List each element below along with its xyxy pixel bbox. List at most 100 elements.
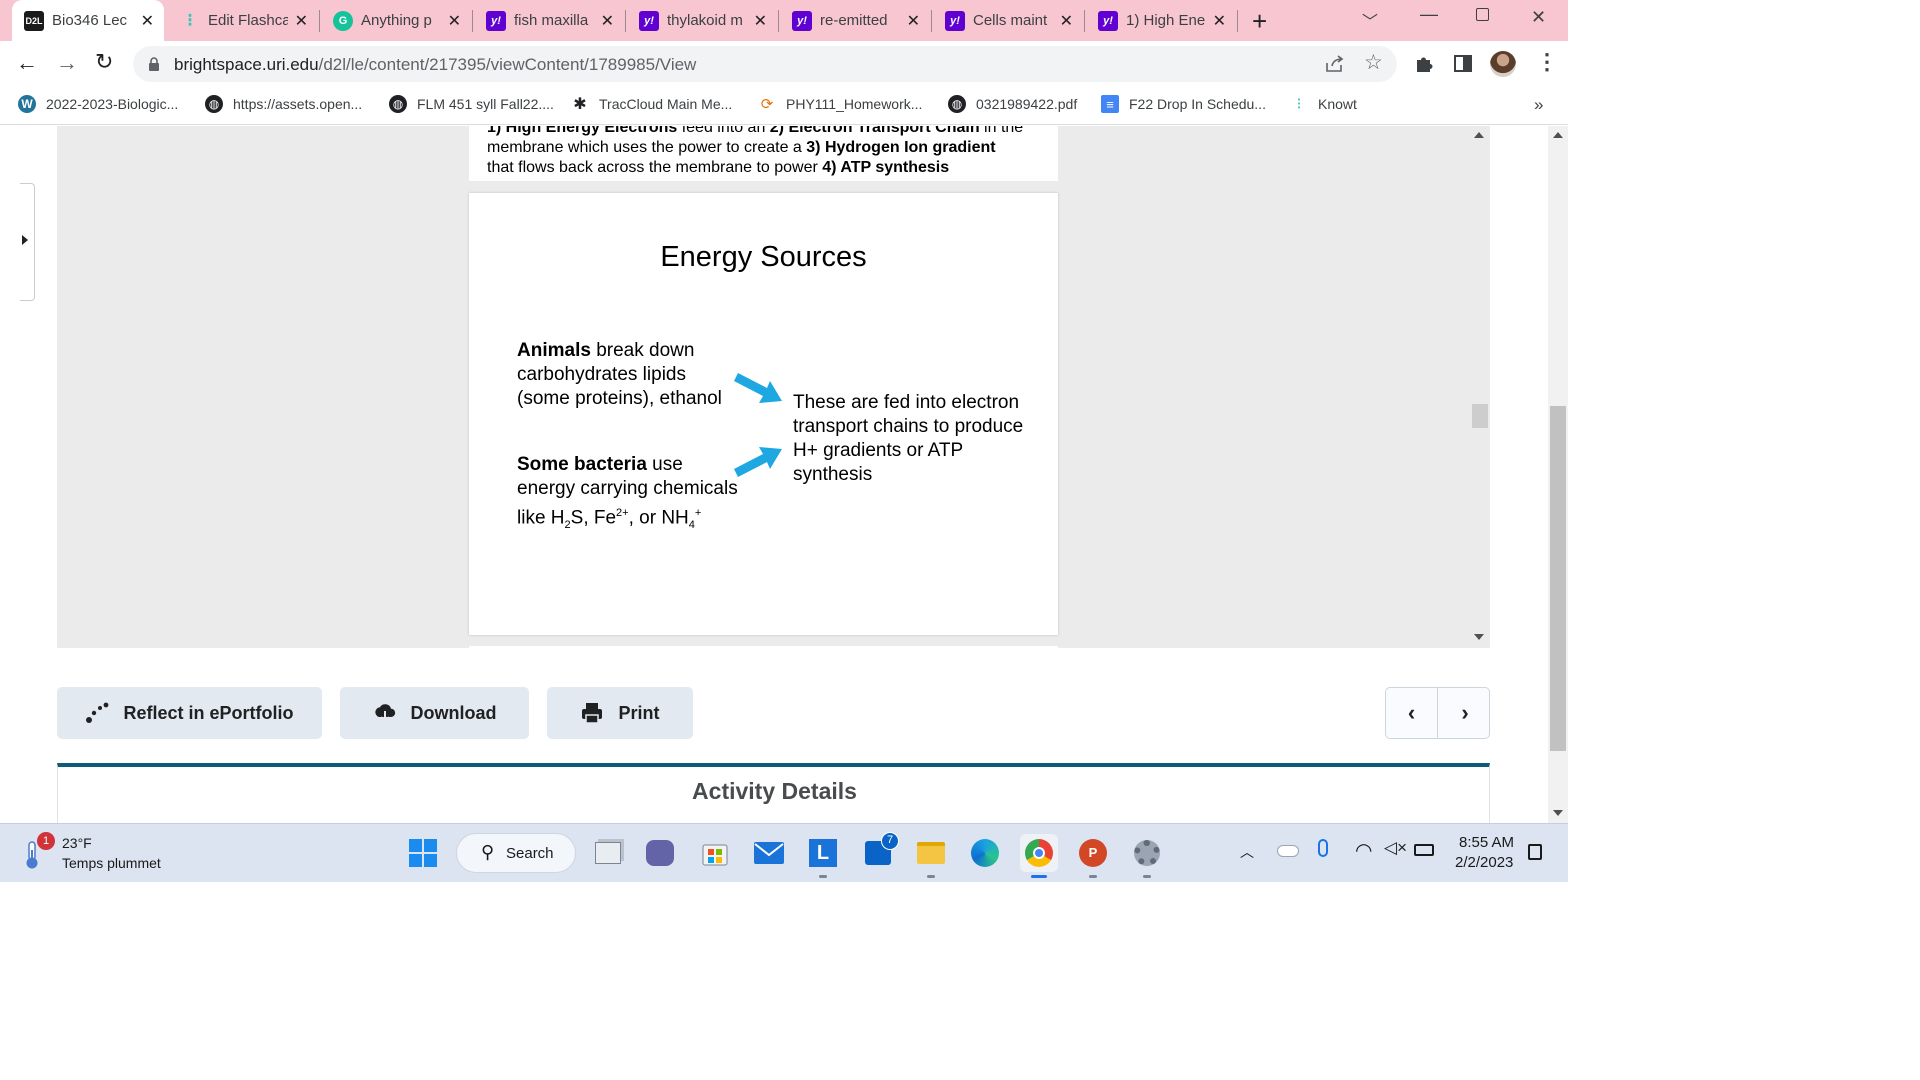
bookmark-item[interactable]: ⁝ Knowt bbox=[1290, 95, 1356, 113]
start-button[interactable] bbox=[404, 834, 442, 872]
close-icon[interactable]: ✕ bbox=[1060, 11, 1073, 31]
notification-icon[interactable] bbox=[1528, 844, 1542, 860]
url-text: brightspace.uri.edu/d2l/le/content/21739… bbox=[174, 55, 696, 75]
tab-title: fish maxilla bbox=[514, 12, 589, 29]
close-icon[interactable]: ✕ bbox=[295, 11, 308, 31]
mail-icon[interactable] bbox=[750, 834, 788, 872]
scroll-up-icon[interactable] bbox=[1553, 132, 1563, 138]
battery-icon[interactable] bbox=[1414, 844, 1434, 856]
scroll-down-icon[interactable] bbox=[1474, 634, 1484, 640]
weather-widget[interactable]: 1 23°F Temps plummet bbox=[20, 832, 190, 876]
wifi-icon[interactable]: ◠ bbox=[1355, 838, 1372, 863]
extensions-icon[interactable] bbox=[1414, 54, 1434, 74]
powerpoint-icon[interactable]: P bbox=[1074, 834, 1112, 878]
share-icon[interactable] bbox=[1325, 55, 1345, 73]
bookmark-item[interactable]: ✱ TracCloud Main Me... bbox=[571, 95, 732, 113]
slide-title: Energy Sources bbox=[660, 241, 867, 273]
close-icon[interactable]: ✕ bbox=[601, 11, 614, 31]
volume-muted-icon[interactable]: ◁× bbox=[1384, 838, 1407, 858]
tab-anything[interactable]: G Anything p ✕ bbox=[325, 0, 471, 41]
reflect-eportfolio-button[interactable]: Reflect in ePortfolio bbox=[57, 687, 322, 739]
scroll-thumb[interactable] bbox=[1472, 404, 1488, 428]
edge-icon[interactable] bbox=[966, 834, 1004, 872]
arrow-up-right-icon bbox=[734, 447, 782, 477]
restore-button[interactable] bbox=[1476, 8, 1489, 21]
side-panel-icon[interactable] bbox=[1454, 55, 1472, 72]
search-label: Search bbox=[506, 845, 554, 862]
scroll-thumb[interactable] bbox=[1550, 406, 1566, 751]
homework-icon: ⟳ bbox=[760, 96, 774, 113]
text-bold: 1) High Energy Electrons bbox=[487, 126, 678, 136]
tab-cells-maint[interactable]: y! Cells maint ✕ bbox=[937, 0, 1083, 41]
forward-icon[interactable]: → bbox=[56, 50, 78, 76]
window-close-button[interactable]: ✕ bbox=[1531, 7, 1546, 28]
close-icon[interactable]: ✕ bbox=[907, 11, 920, 31]
tab-edit-flashcards[interactable]: ⁝ Edit Flashca ✕ bbox=[172, 0, 318, 41]
page-scrollbar[interactable] bbox=[1548, 126, 1568, 823]
tab-high-energy[interactable]: y! 1) High Ene ✕ bbox=[1090, 0, 1236, 41]
settings-gear-icon[interactable] bbox=[1128, 834, 1166, 878]
tab-search-chevron-icon[interactable]: ﹀ bbox=[1362, 8, 1378, 32]
microphone-icon[interactable] bbox=[1318, 839, 1328, 857]
bookmark-star-icon[interactable]: ☆ bbox=[1364, 50, 1383, 75]
avatar[interactable] bbox=[1490, 51, 1516, 77]
download-button[interactable]: Download bbox=[340, 687, 529, 739]
viewer-scrollbar[interactable] bbox=[1470, 126, 1490, 648]
weather-temp: 23°F bbox=[62, 835, 92, 851]
bookmark-item[interactable]: W 2022-2023-Biologic... bbox=[18, 95, 178, 113]
scroll-down-icon[interactable] bbox=[1553, 810, 1563, 816]
grammarly-icon: G bbox=[333, 10, 353, 31]
more-bookmarks-icon[interactable]: » bbox=[1534, 95, 1543, 115]
bookmark-item[interactable]: ◍ FLM 451 syll Fall22.... bbox=[389, 95, 554, 113]
activity-details-title: Activity Details bbox=[692, 778, 857, 804]
l-app-icon[interactable]: L bbox=[804, 834, 842, 878]
tab-bio346[interactable]: D2L Bio346 Lec ✕ bbox=[12, 0, 164, 41]
task-view-icon[interactable] bbox=[589, 834, 627, 872]
previous-topic-button[interactable]: ‹ bbox=[1386, 688, 1438, 738]
tab-fish-maxilla[interactable]: y! fish maxilla ✕ bbox=[478, 0, 624, 41]
tab-thylakoid[interactable]: y! thylakoid m ✕ bbox=[631, 0, 777, 41]
bookmark-item[interactable]: ≡ F22 Drop In Schedu... bbox=[1101, 95, 1266, 113]
tab-re-emitted[interactable]: y! re-emitted ✕ bbox=[784, 0, 930, 41]
side-panel-toggle[interactable] bbox=[20, 183, 35, 301]
minimize-button[interactable]: — bbox=[1420, 4, 1438, 25]
file-explorer-icon[interactable] bbox=[912, 834, 950, 878]
address-bar[interactable]: brightspace.uri.edu/d2l/le/content/21739… bbox=[133, 46, 1397, 82]
bookmark-item[interactable]: ⟳ PHY111_Homework... bbox=[758, 95, 923, 113]
close-icon[interactable]: ✕ bbox=[754, 11, 767, 31]
next-topic-button[interactable]: › bbox=[1439, 688, 1491, 738]
menu-kebab-icon[interactable]: ⋮ bbox=[1536, 49, 1558, 75]
bookmark-item[interactable]: ◍ https://assets.open... bbox=[205, 95, 362, 113]
url-host: brightspace.uri.edu bbox=[174, 55, 319, 74]
reload-icon[interactable]: ↻ bbox=[95, 49, 113, 75]
clock-time[interactable]: 8:55 AM bbox=[1459, 834, 1514, 851]
close-icon[interactable]: ✕ bbox=[448, 11, 461, 31]
scroll-up-icon[interactable] bbox=[1474, 132, 1484, 138]
teams-chat-icon[interactable] bbox=[641, 834, 679, 872]
browser-toolbar: ← → ↻ brightspace.uri.edu/d2l/le/content… bbox=[0, 41, 1568, 87]
bookmark-item[interactable]: ◍ 0321989422.pdf bbox=[948, 95, 1077, 113]
topic-navigation: ‹ › bbox=[1385, 687, 1490, 739]
onedrive-cloud-icon[interactable] bbox=[1277, 845, 1299, 857]
new-tab-button[interactable]: + bbox=[1252, 6, 1267, 37]
superscript: + bbox=[694, 507, 702, 519]
print-button[interactable]: Print bbox=[547, 687, 693, 739]
document-viewer[interactable]: 1) High Energy Electrons feed into an 2)… bbox=[57, 126, 1490, 648]
taskbar-search[interactable]: ⚲ Search bbox=[456, 833, 576, 873]
yahoo-icon: y! bbox=[945, 10, 965, 31]
weather-desc: Temps plummet bbox=[62, 855, 161, 871]
microsoft-store-icon[interactable] bbox=[696, 834, 734, 872]
close-icon[interactable]: ✕ bbox=[141, 11, 154, 31]
globe-icon: ◍ bbox=[948, 95, 966, 113]
outlook-icon[interactable]: 7 bbox=[859, 832, 899, 872]
knowt-icon: ⁝ bbox=[1296, 96, 1302, 113]
back-icon[interactable]: ← bbox=[16, 50, 38, 76]
chevron-up-icon[interactable]: ︿ bbox=[1240, 842, 1254, 862]
taskbar: 1 23°F Temps plummet ⚲ Search L 7 P ︿ ◠ … bbox=[0, 823, 1568, 882]
tab-title: Cells maint bbox=[973, 12, 1048, 29]
chrome-icon[interactable] bbox=[1020, 834, 1058, 878]
close-icon[interactable]: ✕ bbox=[1213, 11, 1226, 31]
clock-date[interactable]: 2/2/2023 bbox=[1455, 854, 1513, 871]
reflect-label: Reflect in ePortfolio bbox=[123, 702, 294, 723]
bookmarks-bar: W 2022-2023-Biologic... ◍ https://assets… bbox=[0, 87, 1568, 125]
